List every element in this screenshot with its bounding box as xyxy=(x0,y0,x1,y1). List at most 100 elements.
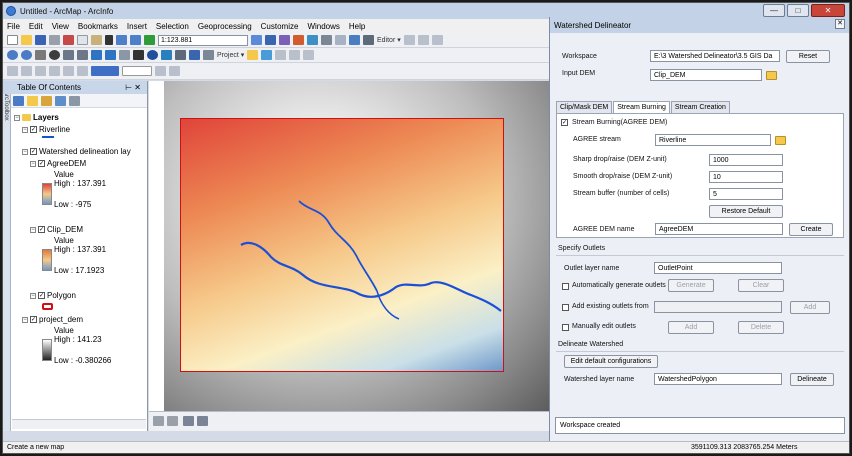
pan-icon[interactable] xyxy=(35,50,46,60)
model-builder-icon[interactable] xyxy=(349,35,360,45)
generate-button[interactable]: Generate xyxy=(668,279,714,292)
agree-stream-select[interactable]: Riverline xyxy=(655,134,771,146)
select-features-icon[interactable] xyxy=(119,50,130,60)
undo-icon[interactable] xyxy=(116,35,127,45)
riverline-layer[interactable]: − ✓ Riverline xyxy=(22,125,70,134)
layer-tool-d-icon[interactable] xyxy=(49,66,60,76)
group-visibility-checkbox[interactable]: ✓ xyxy=(30,148,37,155)
new-map-icon[interactable] xyxy=(7,35,18,45)
list-by-visibility-icon[interactable] xyxy=(41,95,52,106)
back-extent-icon[interactable] xyxy=(91,50,102,60)
layer-tool-h-icon[interactable] xyxy=(169,66,180,76)
layer-tool-e-icon[interactable] xyxy=(63,66,74,76)
reshape-tool-icon[interactable] xyxy=(431,35,443,45)
menu-customize[interactable]: Customize xyxy=(261,22,299,31)
outlet-layer-input[interactable]: OutletPoint xyxy=(654,262,782,274)
zoom-out-icon[interactable] xyxy=(21,50,32,60)
copy-icon[interactable] xyxy=(77,35,88,45)
watershed-layer-input[interactable]: WatershedPolygon xyxy=(654,373,782,385)
pause-drawing-icon[interactable] xyxy=(197,416,208,426)
forward-extent-icon[interactable] xyxy=(105,50,116,60)
color-swatch-icon[interactable] xyxy=(91,66,119,76)
open-folder-icon[interactable] xyxy=(775,136,786,145)
sketch-tool-icon[interactable] xyxy=(417,35,429,45)
open-folder-icon[interactable] xyxy=(766,71,777,80)
redo-icon[interactable] xyxy=(130,35,141,45)
polygon-visibility-checkbox[interactable]: ✓ xyxy=(38,292,45,299)
workspace-field[interactable]: E:\3 Watershed Delineator\3.5 GIS Da xyxy=(650,50,780,62)
menu-view[interactable]: View xyxy=(52,22,69,31)
list-by-source-icon[interactable] xyxy=(27,95,38,106)
reset-button[interactable]: Reset xyxy=(786,50,830,63)
toc-options-icon[interactable] xyxy=(69,95,80,106)
arctoolbox-side-tab[interactable]: ArcToolbox xyxy=(3,81,11,431)
edit-default-configurations-button[interactable]: Edit default configurations xyxy=(564,355,658,368)
smooth-drop-input[interactable]: 10 xyxy=(709,171,783,183)
agree-dem-name-input[interactable]: AgreeDEM xyxy=(655,223,783,235)
toc-horizontal-scrollbar[interactable] xyxy=(12,419,146,429)
layer-dropdown[interactable] xyxy=(122,66,152,76)
measure-icon[interactable] xyxy=(175,50,186,60)
editor-menu[interactable]: Editor ▾ xyxy=(377,36,401,44)
select-elements-icon[interactable] xyxy=(133,50,144,60)
fixed-zoom-out-icon[interactable] xyxy=(77,50,88,60)
watershed-group-layer[interactable]: − ✓ Watershed delineation lay xyxy=(22,147,131,156)
add-data-icon[interactable] xyxy=(144,35,155,45)
layer-tool-g-icon[interactable] xyxy=(155,66,166,76)
table-icon[interactable] xyxy=(265,35,276,45)
menu-insert[interactable]: Insert xyxy=(127,22,147,31)
menu-edit[interactable]: Edit xyxy=(29,22,43,31)
layout-view-icon[interactable] xyxy=(167,416,178,426)
editor-toolbar-icon[interactable] xyxy=(251,35,262,45)
maximize-button[interactable]: □ xyxy=(787,4,809,17)
polygon-layer[interactable]: − ✓ Polygon xyxy=(30,291,76,300)
existing-outlets-select[interactable] xyxy=(654,301,782,313)
delineate-button[interactable]: Delineate xyxy=(790,373,834,386)
refresh-icon[interactable] xyxy=(183,416,194,426)
sharp-drop-input[interactable]: 1000 xyxy=(709,154,783,166)
clipdem-layer[interactable]: − ✓ Clip_DEM xyxy=(30,225,83,234)
project-menu[interactable]: Project ▾ xyxy=(217,51,244,59)
map-scale-input[interactable]: 1:123.881 xyxy=(158,34,248,46)
python-icon[interactable] xyxy=(335,35,346,45)
add-existing-checkbox[interactable] xyxy=(562,304,569,311)
restore-default-button[interactable]: Restore Default xyxy=(709,205,783,218)
collapse-icon[interactable]: − xyxy=(22,126,28,133)
manual-edit-checkbox[interactable] xyxy=(562,324,569,331)
collapse-icon[interactable]: − xyxy=(14,114,20,121)
layer-tool-f-icon[interactable] xyxy=(77,66,88,76)
create-button[interactable]: Create xyxy=(789,223,833,236)
agreedem-layer[interactable]: − ✓ AgreeDEM xyxy=(30,159,86,168)
project-open-icon[interactable] xyxy=(247,50,259,60)
layers-root[interactable]: − Layers xyxy=(14,113,59,122)
project-tool-b-icon[interactable] xyxy=(289,50,301,60)
minimize-button[interactable]: — xyxy=(763,4,785,17)
edit-tool-icon[interactable] xyxy=(403,35,415,45)
project-save-icon[interactable] xyxy=(261,50,273,60)
add-outlet-button[interactable]: Add xyxy=(668,321,714,334)
layer-tool-c-icon[interactable] xyxy=(35,66,46,76)
stream-burning-checkbox[interactable]: ✓ xyxy=(561,119,568,126)
save-icon[interactable] xyxy=(35,35,46,45)
menu-windows[interactable]: Windows xyxy=(307,22,339,31)
dialog-close-button[interactable]: ✕ xyxy=(835,19,845,29)
open-icon[interactable] xyxy=(21,35,32,45)
list-by-selection-icon[interactable] xyxy=(55,95,66,106)
clear-button[interactable]: Clear xyxy=(738,279,784,292)
arctoolbox-icon[interactable] xyxy=(321,35,332,45)
collapse-icon[interactable]: − xyxy=(22,148,28,155)
project-tool-c-icon[interactable] xyxy=(303,50,315,60)
identify-icon[interactable] xyxy=(147,50,158,60)
menu-bookmarks[interactable]: Bookmarks xyxy=(78,22,118,31)
riverline-visibility-checkbox[interactable]: ✓ xyxy=(30,126,37,133)
full-extent-icon[interactable] xyxy=(49,50,60,60)
paste-icon[interactable] xyxy=(91,35,102,45)
menu-selection[interactable]: Selection xyxy=(156,22,189,31)
menu-file[interactable]: File xyxy=(7,22,20,31)
print-icon[interactable] xyxy=(49,35,60,45)
tab-clip-mask-dem[interactable]: Clip/Mask DEM xyxy=(556,101,613,113)
input-dem-select[interactable]: Clip_DEM xyxy=(650,69,762,81)
clipdem-visibility-checkbox[interactable]: ✓ xyxy=(38,226,45,233)
add-existing-button[interactable]: Add xyxy=(790,301,830,314)
delete-icon[interactable] xyxy=(105,35,113,45)
